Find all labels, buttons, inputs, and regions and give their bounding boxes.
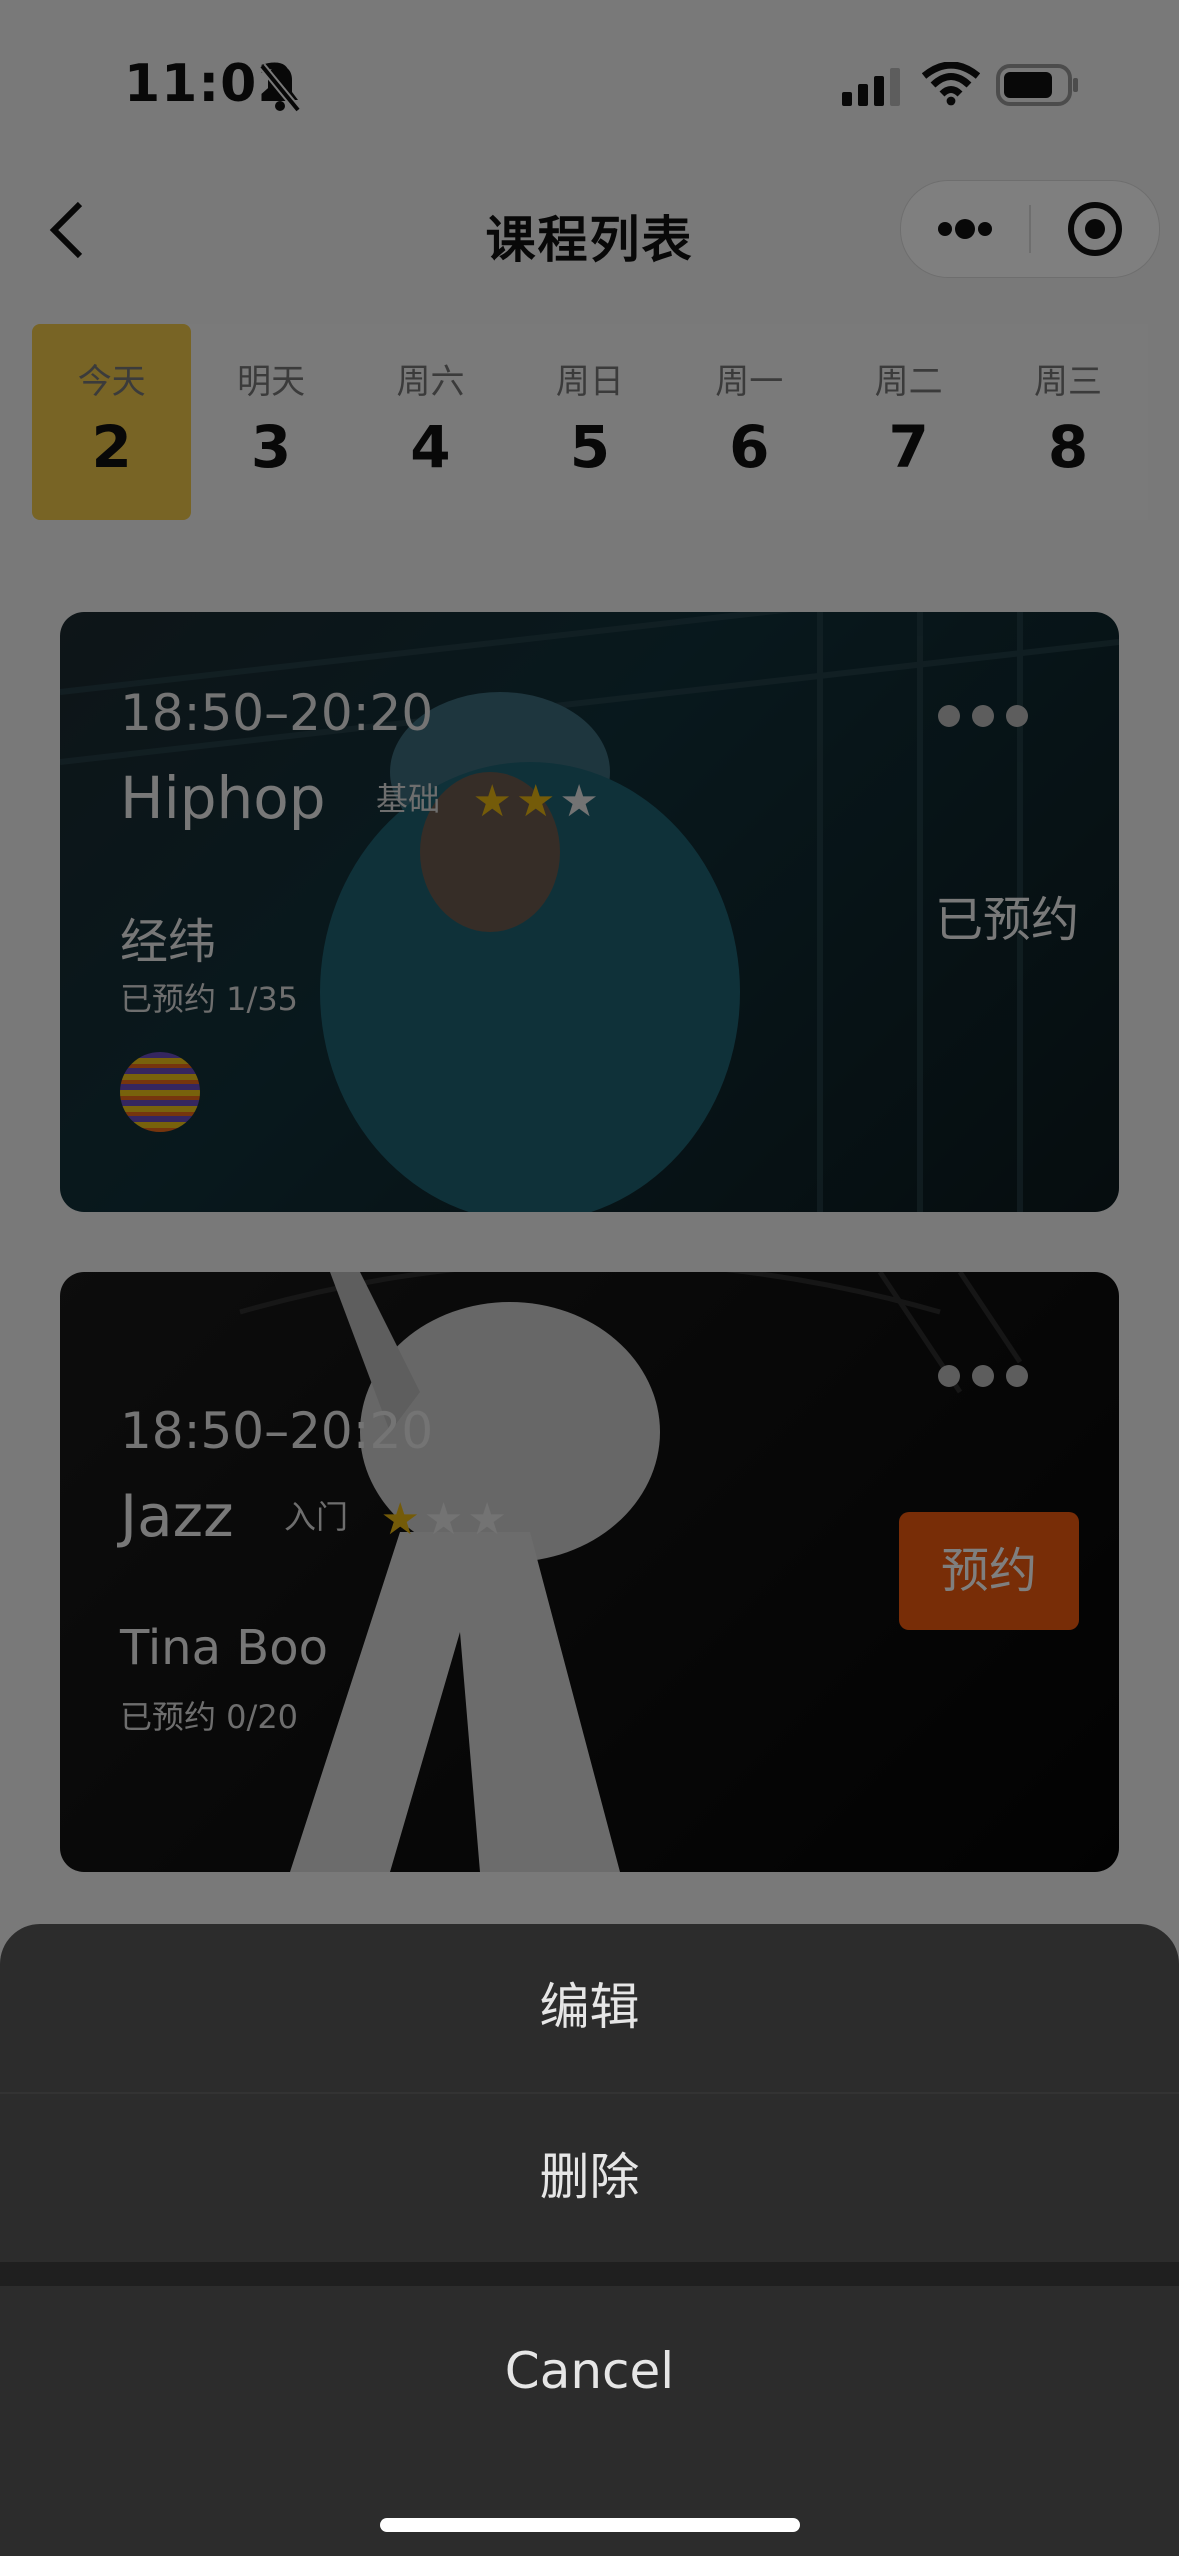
edit-button[interactable]: 编辑 bbox=[0, 1924, 1179, 2090]
action-sheet: 编辑 删除 Cancel bbox=[0, 1924, 1179, 2556]
home-indicator[interactable] bbox=[380, 2518, 800, 2532]
cancel-button[interactable]: Cancel bbox=[0, 2286, 1179, 2456]
divider bbox=[0, 2262, 1179, 2286]
delete-button[interactable]: 删除 bbox=[0, 2094, 1179, 2260]
